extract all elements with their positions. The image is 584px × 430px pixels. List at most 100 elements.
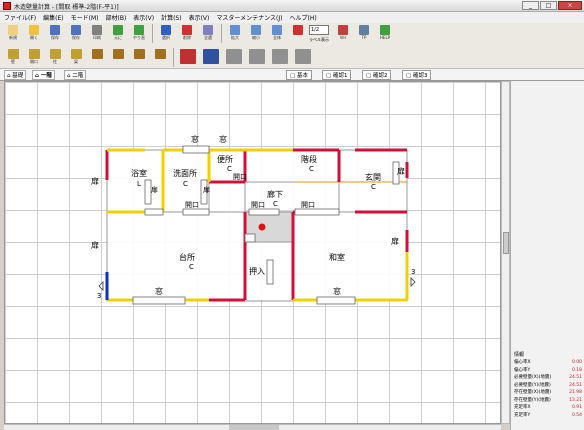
toolbar1-icon-10 — [230, 25, 240, 35]
room-stairs: 階段 — [301, 154, 317, 164]
label-side-d: 扉 — [397, 166, 405, 176]
toolbar2-button-0[interactable]: 壁 — [3, 47, 23, 68]
label-display-caption: ラベル表示 — [309, 37, 329, 42]
toolbar1-button-5[interactable]: 元に — [108, 23, 128, 44]
floor-plan[interactable]: 窓 窓 浴室 L 洗面所 C 便所 C 開口 階段 C 玄関 C 廊下 C 開口… — [5, 82, 501, 424]
tab-floor2[interactable]: ⌂ 二階 — [64, 70, 87, 80]
drawing-canvas[interactable]: 窓 窓 浴室 L 洗面所 C 便所 C 開口 階段 C 玄関 C 廊下 C 開口… — [4, 81, 501, 424]
menu-view-2[interactable]: 表示(V) — [189, 13, 210, 22]
tab-check3[interactable]: ▢ 確認3 — [402, 70, 432, 80]
toolbar1-button-7[interactable]: 選択 — [156, 23, 176, 44]
toolbar2-button-5[interactable] — [108, 47, 128, 68]
menu-calc[interactable]: 計算(S) — [161, 13, 182, 22]
menu-view-1[interactable]: 表示(V) — [133, 13, 154, 22]
toolbar1-button-13[interactable] — [288, 23, 308, 44]
tab-basic-label: 基本 — [296, 73, 308, 79]
toolbar2-icon-10 — [226, 49, 242, 64]
toolbar2-button-6[interactable] — [129, 47, 149, 68]
info-row: 必要壁量(X)(地震) 24.51 — [514, 374, 582, 382]
toolbar1-button-12[interactable]: 全体 — [267, 23, 287, 44]
toolbar1-button-6[interactable]: やり直 — [129, 23, 149, 44]
toolbar1-label-0: 新規 — [9, 35, 17, 40]
info-table: 情報 偏心率X 0.00 偏心率Y 0.18 必要壁量(X)(地震) 24.51 必要壁量(… — [514, 351, 582, 419]
horizontal-scroll-thumb[interactable] — [229, 425, 279, 430]
room-stairs-sub: C — [309, 165, 314, 173]
menu-file[interactable]: ファイル(F) — [4, 13, 36, 22]
tab-check2[interactable]: ▢ 確認2 — [362, 70, 392, 80]
toolbar1-icon-11 — [251, 25, 261, 35]
toolbar2-button-11[interactable] — [246, 47, 268, 68]
toolbar2-button-8[interactable] — [177, 47, 199, 68]
selection-dot[interactable] — [258, 223, 266, 231]
toolbar2-icon-2 — [49, 49, 61, 59]
toolbar2-button-4[interactable] — [87, 47, 107, 68]
toolbar1-button-0[interactable]: 新規 — [3, 23, 23, 44]
room-closet: 押入 — [249, 266, 265, 276]
toolbar1-button-4[interactable]: 印刷 — [87, 23, 107, 44]
toolbar2-button-7[interactable] — [150, 47, 170, 68]
toolbar2-button-2[interactable]: 柱 — [45, 47, 65, 68]
tab-basic[interactable]: ▢ 基本 — [286, 70, 312, 80]
info-row: 充足率Y 0.54 — [514, 412, 582, 420]
toolbar-separator — [173, 48, 175, 67]
info-key: 必要壁量(Y)(地震) — [514, 382, 551, 388]
room-wash: 洗面所 — [173, 168, 197, 178]
app-icon — [3, 2, 11, 10]
toolbar2-button-9[interactable] — [200, 47, 222, 68]
toolbar1-button-1[interactable]: 開く — [24, 23, 44, 44]
marker-left-arrow[interactable] — [98, 281, 104, 291]
info-key: 偏心率Y — [514, 367, 531, 373]
label-display-dropdown[interactable]: 1/2 — [309, 25, 329, 35]
tab-check1[interactable]: ▢ 確認1 — [322, 70, 352, 80]
tab-foundation[interactable]: ⌂ 基礎 — [4, 70, 27, 80]
vertical-scrollbar[interactable] — [501, 81, 510, 424]
toolbar2-icon-11 — [249, 49, 265, 64]
label-door-b: 扉 — [203, 185, 210, 194]
horizontal-scrollbar[interactable] — [4, 424, 501, 430]
label-marker-left: 3 — [97, 292, 101, 300]
toolbar2-button-12[interactable] — [269, 47, 291, 68]
toolbar2-button-10[interactable] — [223, 47, 245, 68]
label-bottom-window-b: 窓 — [333, 286, 341, 296]
toolbar1-button-11[interactable]: 縮小 — [246, 23, 266, 44]
close-button[interactable]: × — [558, 1, 582, 10]
toolbar2-button-13[interactable] — [292, 47, 314, 68]
toolbar1-extra-0[interactable]: Ver — [333, 23, 353, 44]
toolbar1-label-6: やり直 — [133, 35, 145, 40]
toolbar1-button-10[interactable]: 拡大 — [225, 23, 245, 44]
maximize-button[interactable]: □ — [540, 1, 557, 10]
info-value: 24.51 — [569, 375, 582, 380]
info-key: 充足率X — [514, 405, 531, 410]
toolbar1-extra-2[interactable]: HELP — [375, 23, 395, 44]
menu-member[interactable]: 部材(B) — [105, 13, 126, 22]
menu-edit[interactable]: 編集(E) — [43, 13, 63, 22]
toolbar1-icon-2 — [50, 25, 60, 35]
toolbar1-button-8[interactable]: 削除 — [177, 23, 197, 44]
toolbar2-button-3[interactable]: 梁 — [66, 47, 86, 68]
label-bottom-window-a: 窓 — [155, 286, 163, 296]
marker-right-arrow[interactable] — [410, 277, 416, 287]
info-row: 必要壁量(Y)(地震) 24.51 — [514, 382, 582, 390]
toolbar2-label-1: 開口 — [30, 59, 38, 64]
tab-floor1[interactable]: ⌂ 一階 — [32, 70, 55, 80]
info-row: 存在壁量(Y)(地震) 13.21 — [514, 397, 582, 405]
toolbar1-button-3[interactable]: 保存 — [66, 23, 86, 44]
room-hall-sub: C — [273, 200, 278, 208]
minimize-button[interactable]: _ — [522, 1, 539, 10]
menu-master[interactable]: マスターメンテナンス(J) — [216, 13, 282, 22]
toolbar1-extra-1[interactable]: TP — [354, 23, 374, 44]
info-value: 24.51 — [569, 382, 582, 388]
toolbar-separator — [152, 24, 154, 43]
label-side-b: 扉 — [91, 240, 99, 250]
toolbar2-button-1[interactable]: 開口 — [24, 47, 44, 68]
main-toolbar: 新規 開く 保存 保存 印刷 元に やり直 選択 削除 全選 拡大 縮小 全体 1/2 ラベル表示 Ver TP… — [0, 23, 584, 47]
menu-mode[interactable]: モード(M) — [71, 13, 99, 22]
toolbar1-button-2[interactable]: 保存 — [45, 23, 65, 44]
info-key: 充足率Y — [514, 412, 531, 418]
room-toilet: 便所 — [217, 154, 233, 164]
toolbar1-button-9[interactable]: 全選 — [198, 23, 218, 44]
menu-help[interactable]: ヘルプ(H) — [289, 13, 316, 22]
tab-floor2-label: 二階 — [72, 73, 84, 79]
vertical-scroll-thumb[interactable] — [503, 232, 509, 254]
tab-check3-label: 確認3 — [412, 73, 428, 79]
